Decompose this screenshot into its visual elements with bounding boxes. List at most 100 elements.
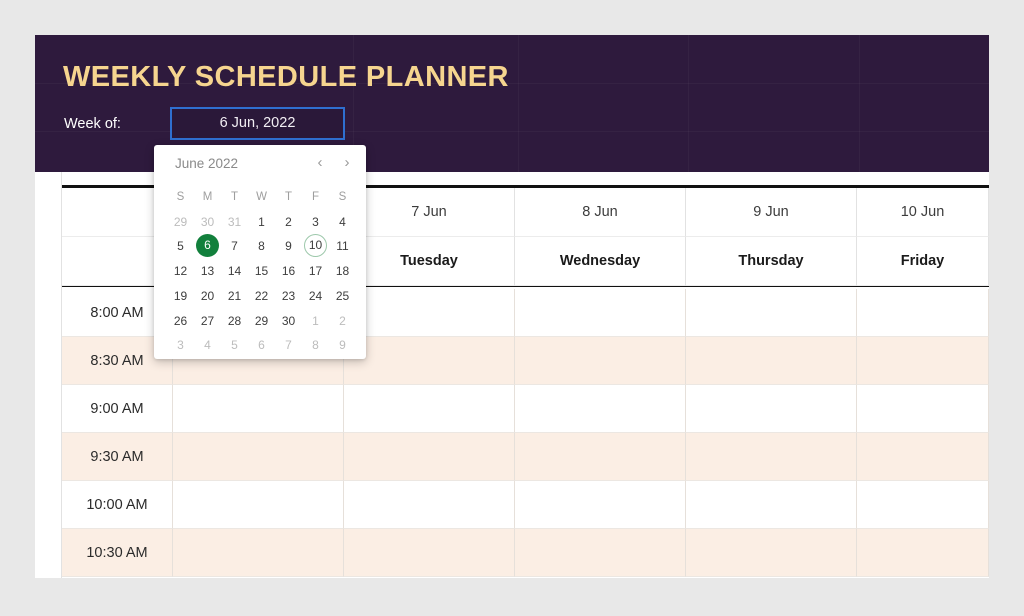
datepicker-day[interactable]: 27 xyxy=(194,309,221,333)
table-row: 10:00 AM xyxy=(62,481,989,529)
datepicker-day[interactable]: 29 xyxy=(248,309,275,333)
schedule-slot[interactable] xyxy=(857,385,989,433)
datepicker-day[interactable]: 22 xyxy=(248,284,275,308)
column-header-day: Wednesday xyxy=(515,237,686,286)
schedule-slot[interactable] xyxy=(344,337,515,385)
column-header-date: 9 Jun xyxy=(686,188,857,237)
datepicker-day[interactable]: 18 xyxy=(329,259,356,283)
datepicker-day[interactable]: 21 xyxy=(221,284,248,308)
datepicker-day-outside-month[interactable]: 29 xyxy=(167,210,194,234)
schedule-slot[interactable] xyxy=(686,481,857,529)
schedule-slot[interactable] xyxy=(344,529,515,577)
schedule-slot[interactable] xyxy=(857,337,989,385)
table-row: 9:00 AM xyxy=(62,385,989,433)
schedule-slot[interactable] xyxy=(173,385,344,433)
datepicker-day[interactable]: 20 xyxy=(194,284,221,308)
datepicker-day[interactable]: 26 xyxy=(167,309,194,333)
table-row: 10:30 AM xyxy=(62,529,989,577)
schedule-slot[interactable] xyxy=(173,529,344,577)
column-header-day: Thursday xyxy=(686,237,857,286)
chevron-right-icon[interactable]: › xyxy=(335,151,359,175)
schedule-slot[interactable] xyxy=(515,289,686,337)
datepicker-day[interactable]: 12 xyxy=(167,259,194,283)
datepicker-day[interactable]: 2 xyxy=(275,210,302,234)
datepicker-day-outside-month[interactable]: 7 xyxy=(275,333,302,357)
time-label: 10:30 AM xyxy=(62,529,173,577)
datepicker-day[interactable]: 14 xyxy=(221,259,248,283)
datepicker-day[interactable]: 15 xyxy=(248,259,275,283)
schedule-slot[interactable] xyxy=(515,529,686,577)
datepicker-day[interactable]: 16 xyxy=(275,259,302,283)
datepicker-day[interactable]: 9 xyxy=(275,234,302,258)
datepicker-today[interactable]: 10 xyxy=(302,234,329,258)
schedule-slot[interactable] xyxy=(173,433,344,481)
datepicker-day[interactable]: 28 xyxy=(221,309,248,333)
datepicker-day-outside-month[interactable]: 1 xyxy=(302,309,329,333)
datepicker-weekday-header: T xyxy=(230,191,239,203)
selected-day-label: 6 xyxy=(204,238,211,253)
column-header-date: 7 Jun xyxy=(344,188,515,237)
datepicker-day-outside-month[interactable]: 4 xyxy=(194,333,221,357)
datepicker-day[interactable]: 5 xyxy=(167,234,194,258)
schedule-slot[interactable] xyxy=(515,433,686,481)
schedule-slot[interactable] xyxy=(344,433,515,481)
datepicker-day[interactable]: 23 xyxy=(275,284,302,308)
banner-grid-line xyxy=(518,35,519,172)
column-header-date: 8 Jun xyxy=(515,188,686,237)
schedule-slot[interactable] xyxy=(344,481,515,529)
datepicker-day-outside-month[interactable]: 9 xyxy=(329,333,356,357)
schedule-slot[interactable] xyxy=(857,433,989,481)
schedule-slot[interactable] xyxy=(686,289,857,337)
datepicker-day-outside-month[interactable]: 3 xyxy=(167,333,194,357)
schedule-slot[interactable] xyxy=(857,481,989,529)
datepicker-day[interactable]: 7 xyxy=(221,234,248,258)
datepicker-day-outside-month[interactable]: 2 xyxy=(329,309,356,333)
schedule-slot[interactable] xyxy=(344,385,515,433)
week-of-label: Week of: xyxy=(64,116,121,132)
planner-page: WEEKLY SCHEDULE PLANNER Week of: 6 Jun, … xyxy=(35,35,989,578)
schedule-slot[interactable] xyxy=(857,289,989,337)
datepicker-day[interactable]: 17 xyxy=(302,259,329,283)
column-header-day: Friday xyxy=(857,237,989,286)
datepicker-day-outside-month[interactable]: 6 xyxy=(248,333,275,357)
datepicker-day[interactable]: 8 xyxy=(248,234,275,258)
schedule-slot[interactable] xyxy=(686,337,857,385)
datepicker-weekday-header: S xyxy=(338,191,347,203)
datepicker-day[interactable]: 30 xyxy=(275,309,302,333)
schedule-slot[interactable] xyxy=(515,385,686,433)
table-row: 9:30 AM xyxy=(62,433,989,481)
datepicker-weekday-header: W xyxy=(256,191,267,203)
datepicker-weekday-header: F xyxy=(311,191,320,203)
datepicker-day-outside-month[interactable]: 5 xyxy=(221,333,248,357)
datepicker-day[interactable]: 4 xyxy=(329,210,356,234)
schedule-slot[interactable] xyxy=(515,481,686,529)
datepicker-day-outside-month[interactable]: 30 xyxy=(194,210,221,234)
schedule-slot[interactable] xyxy=(344,289,515,337)
week-of-date-input[interactable]: 6 Jun, 2022 xyxy=(170,107,345,140)
schedule-slot[interactable] xyxy=(686,433,857,481)
datepicker-weekday-header: S xyxy=(176,191,185,203)
schedule-slot[interactable] xyxy=(686,529,857,577)
schedule-slot[interactable] xyxy=(515,337,686,385)
page-title: WEEKLY SCHEDULE PLANNER xyxy=(63,61,509,93)
datepicker-day-outside-month[interactable]: 31 xyxy=(221,210,248,234)
schedule-slot[interactable] xyxy=(686,385,857,433)
datepicker-selected-day[interactable]: 6 xyxy=(194,234,221,258)
table-gutter-column xyxy=(35,172,62,578)
today-label: 10 xyxy=(308,238,323,253)
datepicker-day[interactable]: 13 xyxy=(194,259,221,283)
time-label: 9:30 AM xyxy=(62,433,173,481)
chevron-left-icon[interactable]: ‹ xyxy=(308,151,332,175)
datepicker-day[interactable]: 24 xyxy=(302,284,329,308)
schedule-slot[interactable] xyxy=(857,529,989,577)
schedule-slot[interactable] xyxy=(173,481,344,529)
datepicker-day[interactable]: 1 xyxy=(248,210,275,234)
datepicker-day[interactable]: 3 xyxy=(302,210,329,234)
datepicker-weekday-header: T xyxy=(284,191,293,203)
datepicker-day[interactable]: 19 xyxy=(167,284,194,308)
datepicker-popup[interactable]: June 2022 ‹ › S M T W T F S 29 30 31 1 2 3 4 5 6 7 8 9 10 11… xyxy=(154,145,366,359)
datepicker-day[interactable]: 11 xyxy=(329,234,356,258)
datepicker-day-outside-month[interactable]: 8 xyxy=(302,333,329,357)
datepicker-month-label: June 2022 xyxy=(175,156,239,171)
datepicker-day[interactable]: 25 xyxy=(329,284,356,308)
